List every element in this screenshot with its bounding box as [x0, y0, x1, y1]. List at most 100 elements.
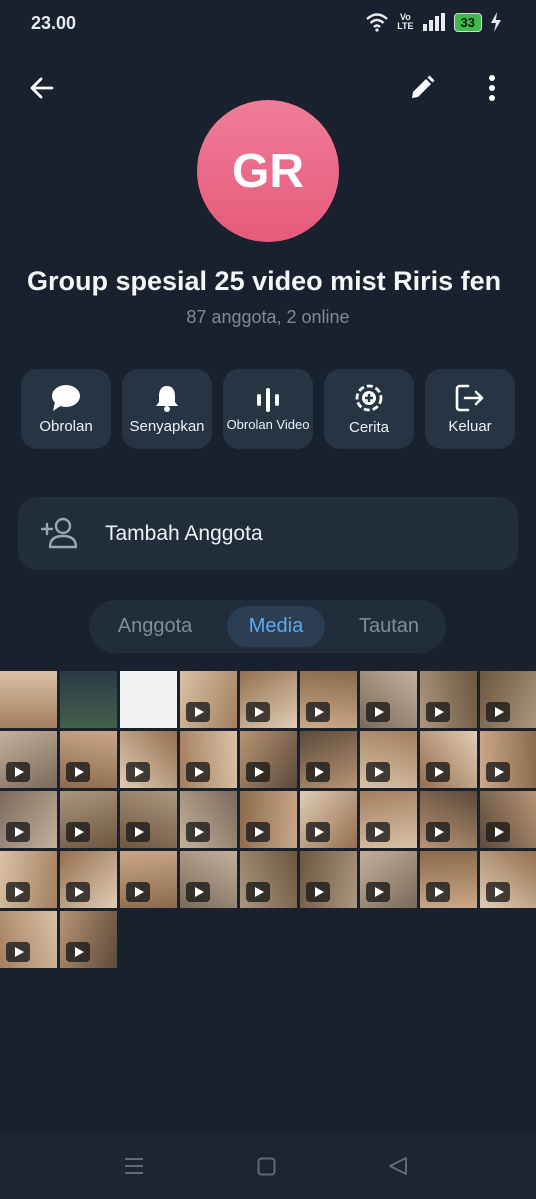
play-icon — [6, 882, 30, 902]
video-chat-button[interactable]: Obrolan Video — [223, 369, 313, 449]
play-icon — [246, 702, 270, 722]
play-icon — [126, 762, 150, 782]
play-icon — [426, 702, 450, 722]
play-icon — [426, 762, 450, 782]
tab-members[interactable]: Anggota — [101, 606, 209, 647]
media-thumbnail[interactable] — [360, 731, 417, 788]
media-thumbnail[interactable] — [420, 731, 477, 788]
media-thumbnail[interactable] — [240, 671, 297, 728]
media-thumbnail[interactable] — [120, 671, 177, 728]
media-thumbnail[interactable] — [60, 671, 117, 728]
media-thumbnail[interactable] — [360, 671, 417, 728]
leave-button[interactable]: Keluar — [425, 369, 515, 449]
media-thumbnail[interactable] — [120, 731, 177, 788]
story-add-icon — [355, 384, 383, 411]
status-time: 23.00 — [31, 13, 77, 33]
media-thumbnail[interactable] — [120, 791, 177, 848]
play-icon — [186, 882, 210, 902]
media-thumbnail[interactable] — [0, 671, 57, 728]
play-icon — [246, 822, 270, 842]
battery-icon: 33 — [453, 12, 482, 32]
media-thumbnail[interactable] — [60, 911, 117, 968]
play-icon — [66, 822, 90, 842]
play-icon — [6, 942, 30, 962]
media-thumbnail[interactable] — [180, 851, 237, 908]
play-icon — [6, 762, 30, 782]
media-thumbnail[interactable] — [240, 791, 297, 848]
tab-media[interactable]: Media — [227, 606, 325, 647]
media-thumbnail[interactable] — [0, 791, 57, 848]
mute-button-label: Senyapkan — [129, 417, 205, 435]
media-thumbnail[interactable] — [420, 791, 477, 848]
add-member-label: Tambah Anggota — [105, 522, 263, 545]
menu-lines-icon[interactable] — [124, 1157, 144, 1175]
play-icon — [366, 882, 390, 902]
media-thumbnail[interactable] — [60, 731, 117, 788]
play-icon — [246, 762, 270, 782]
media-thumbnail[interactable] — [300, 671, 357, 728]
back-triangle-icon[interactable] — [388, 1156, 408, 1176]
media-thumbnail[interactable] — [60, 791, 117, 848]
media-thumbnail[interactable] — [420, 671, 477, 728]
play-icon — [66, 882, 90, 902]
bell-icon — [156, 385, 178, 412]
story-button-label: Cerita — [348, 418, 389, 436]
play-icon — [126, 822, 150, 842]
volte-icon: Vo LTE — [397, 13, 413, 31]
media-thumbnail[interactable] — [120, 851, 177, 908]
play-icon — [6, 822, 30, 842]
media-thumbnail[interactable] — [480, 851, 536, 908]
mute-button[interactable]: Senyapkan — [122, 369, 212, 449]
status-bar: 23.00 Vo LTE 33 — [0, 0, 536, 46]
audio-wave-icon — [257, 387, 279, 412]
media-thumbnail[interactable] — [240, 731, 297, 788]
chat-button[interactable]: Obrolan — [21, 369, 111, 449]
media-thumbnail[interactable] — [0, 851, 57, 908]
media-thumbnail[interactable] — [300, 731, 357, 788]
status-icons: Vo LTE 33 — [365, 12, 502, 32]
play-icon — [486, 762, 510, 782]
signal-icon — [422, 13, 445, 31]
action-row: Obrolan Senyapkan Obrolan Video Cerita K… — [21, 369, 515, 449]
back-button[interactable] — [24, 70, 60, 106]
media-thumbnail[interactable] — [480, 731, 536, 788]
media-thumbnail[interactable] — [300, 851, 357, 908]
play-icon — [246, 882, 270, 902]
tab-links[interactable]: Tautan — [343, 606, 435, 647]
media-thumbnail[interactable] — [300, 791, 357, 848]
media-thumbnail[interactable] — [180, 791, 237, 848]
play-icon — [366, 822, 390, 842]
volte-bottom-label: LTE — [397, 21, 414, 31]
media-thumbnail[interactable] — [240, 851, 297, 908]
media-thumbnail[interactable] — [480, 791, 536, 848]
video-chat-button-label: Obrolan Video — [226, 416, 310, 432]
home-square-icon[interactable] — [257, 1157, 276, 1176]
media-thumbnail[interactable] — [60, 851, 117, 908]
play-icon — [486, 702, 510, 722]
chat-button-label: Obrolan — [39, 417, 93, 435]
media-thumbnail[interactable] — [180, 671, 237, 728]
more-button[interactable] — [474, 70, 510, 106]
play-icon — [486, 822, 510, 842]
exit-icon — [455, 384, 484, 411]
media-thumbnail[interactable] — [180, 731, 237, 788]
media-thumbnail[interactable] — [0, 911, 57, 968]
add-member-button[interactable]: Tambah Anggota — [18, 497, 518, 570]
play-icon — [186, 702, 210, 722]
media-thumbnail[interactable] — [360, 791, 417, 848]
play-icon — [366, 762, 390, 782]
charging-icon — [491, 12, 501, 32]
group-avatar[interactable]: GR — [197, 100, 339, 242]
play-icon — [186, 822, 210, 842]
play-icon — [426, 882, 450, 902]
edit-button[interactable] — [404, 70, 440, 106]
story-button[interactable]: Cerita — [324, 369, 414, 449]
more-vertical-icon — [489, 75, 495, 101]
play-icon — [66, 762, 90, 782]
media-thumbnail[interactable] — [360, 851, 417, 908]
media-thumbnail[interactable] — [0, 731, 57, 788]
media-thumbnail[interactable] — [420, 851, 477, 908]
play-icon — [66, 942, 90, 962]
leave-button-label: Keluar — [448, 417, 492, 435]
media-thumbnail[interactable] — [480, 671, 536, 728]
